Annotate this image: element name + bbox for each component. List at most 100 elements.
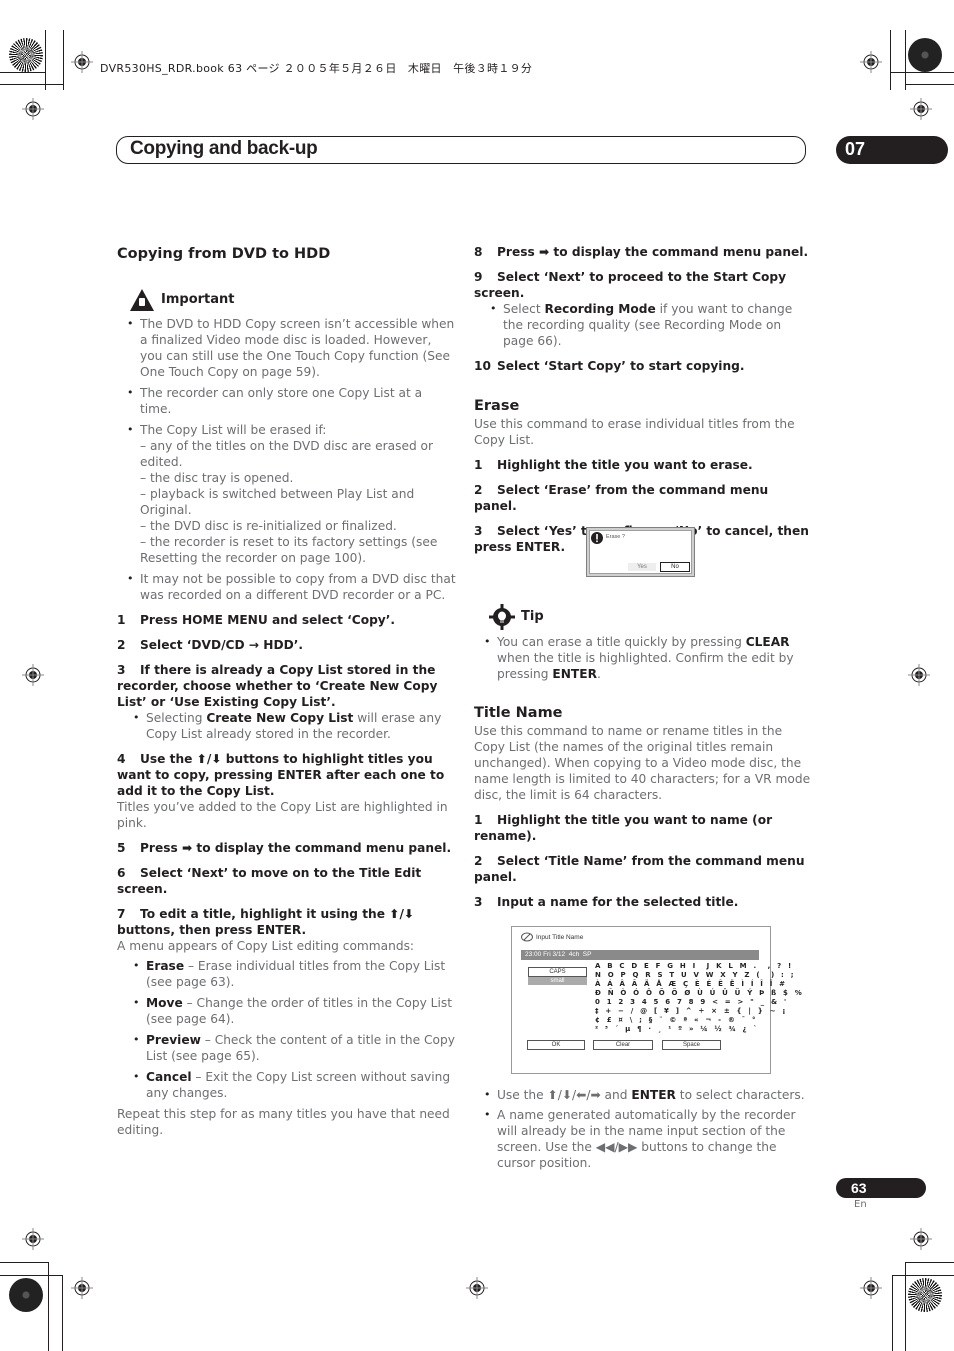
important-label: Important: [161, 292, 235, 307]
step-number: 8: [474, 245, 483, 259]
step: 3 If there is already a Copy List stored …: [117, 662, 457, 710]
registration-target-icon: [22, 98, 44, 120]
step: 5 Press ➡ to display the command menu pan…: [117, 840, 457, 856]
step-text: Select ‘Title Name’ from the command men…: [474, 854, 805, 884]
title-name-section-title: Title Name: [474, 705, 563, 721]
step: 2 Select ‘DVD/CD → HDD’.: [117, 637, 457, 653]
small-option[interactable]: small: [528, 977, 587, 985]
crop-line: [892, 1275, 954, 1276]
char-row[interactable]: ² ³ ´ µ ¶ · ¸ ¹ º » ¼ ½ ¾ ¿ `: [595, 1025, 759, 1034]
left-column: Copying from DVD to HDD Important The DV…: [117, 244, 457, 1138]
ok-button[interactable]: OK: [527, 1040, 585, 1050]
condition-item: – the disc tray is opened.: [140, 471, 294, 485]
tip-list: You can erase a title quickly by pressin…: [474, 634, 814, 682]
char-row[interactable]: A B C D E F G H I J K L M . , ? !: [595, 962, 793, 971]
title-name-section: Title Name Use this command to name or r…: [474, 703, 814, 910]
condition-item: – playback is switched between Play List…: [140, 487, 415, 517]
step: 4 Use the ⬆/⬇ buttons to highlight titles…: [117, 751, 457, 799]
list-item-text: The Copy List will be erased if:: [140, 423, 327, 437]
crop-line: [890, 72, 954, 73]
step-number: 3: [117, 663, 126, 677]
caps-option[interactable]: CAPS: [528, 967, 587, 977]
step: 3 Input a name for the selected title.: [474, 894, 814, 910]
right-column: 8 Press ➡ to display the command menu pan…: [474, 244, 814, 555]
step-number: 9: [474, 270, 483, 284]
step-text: Select ‘Erase’ from the command menu pan…: [474, 483, 769, 513]
step-number: 1: [117, 613, 126, 627]
step-number: 4: [117, 752, 126, 766]
important-heading: Important: [129, 288, 457, 312]
title-name-intro: Use this command to name or rename title…: [474, 724, 811, 802]
step-footer: Repeat this step for as many titles you …: [117, 1107, 450, 1137]
crop-line: [63, 30, 64, 90]
chapter-title: Copying and back-up: [130, 138, 318, 159]
char-row[interactable]: 0 1 2 3 4 5 6 7 8 9 < = > " _ & ': [595, 998, 788, 1007]
section-title: Copying from DVD to HDD: [117, 246, 331, 262]
step-number: 1: [474, 813, 483, 827]
crop-line: [0, 72, 45, 73]
no-button[interactable]: No: [660, 562, 690, 572]
crop-line: [0, 84, 63, 85]
registration-starburst-bottom-right: [908, 1278, 942, 1312]
crop-line: [905, 30, 906, 90]
list-item: The recorder can only store one Copy Lis…: [117, 385, 457, 417]
step: 8 Press ➡ to display the command menu pan…: [474, 244, 814, 260]
step-note: A menu appears of Copy List editing comm…: [117, 939, 415, 953]
step-number: 2: [117, 638, 126, 652]
yes-button[interactable]: Yes: [628, 563, 656, 571]
registration-target-icon: [910, 1228, 932, 1250]
step: 7 To edit a title, highlight it using the…: [117, 906, 457, 938]
char-row[interactable]: ‡ + − / @ [ ¥ ] ^ ÷ × ± { | } ~ ¡: [595, 1007, 788, 1016]
clear-button[interactable]: Clear: [593, 1040, 653, 1050]
registration-target-icon: [908, 664, 930, 686]
command-item-move: Move – Change the order of titles in the…: [123, 995, 457, 1027]
list-item: Selecting Create New Copy List will eras…: [123, 710, 457, 742]
step-note: Titles you’ve added to the Copy List are…: [117, 800, 448, 830]
command-item-preview: Preview – Check the content of a title i…: [123, 1032, 457, 1064]
lightbulb-icon: [489, 604, 515, 630]
print-slug-line: DVR530HS_RDR.book 63 ページ ２００５年５月２６日 木曜日 …: [100, 62, 533, 75]
tip-heading: Tip: [489, 604, 814, 630]
command-list: Erase – Erase individual titles from the…: [117, 958, 457, 1101]
step: 6 Select ‘Next’ to move on to the Title E…: [117, 865, 457, 897]
name-input-field[interactable]: 23:00 Fri 3/12 4ch SP: [521, 950, 759, 960]
step-text: To edit a title, highlight it using the …: [117, 907, 415, 937]
list-item: You can erase a title quickly by pressin…: [474, 634, 814, 682]
char-row[interactable]: ¢ £ ¤ \ ; § ¨ © ª « ¬ - ® ¯ °: [595, 1016, 758, 1025]
step-text: Press HOME MENU and select ‘Copy’.: [140, 613, 396, 627]
registration-target-icon: [860, 51, 882, 73]
step-number: 2: [474, 483, 483, 497]
step: 1 Highlight the title you want to name (o…: [474, 812, 814, 844]
step: 1 Highlight the title you want to erase.: [474, 457, 814, 473]
char-row[interactable]: Ð Ñ Ò Ó Ô Õ Ö Ø Ù Ú Û Ü Ý Þ ß $ %: [595, 989, 804, 998]
step-number: 2: [474, 854, 483, 868]
crop-line: [62, 1275, 63, 1351]
step-text: Select ‘DVD/CD → HDD’.: [140, 638, 303, 652]
list-item: The DVD to HDD Copy screen isn’t accessi…: [117, 316, 457, 380]
crop-line: [890, 30, 891, 90]
step-number: 3: [474, 524, 483, 538]
registration-starburst-top-left: [9, 38, 43, 72]
command-item-cancel: Cancel – Exit the Copy List screen witho…: [123, 1069, 457, 1101]
erase-confirm-dialog: Erase ? Yes No: [586, 527, 695, 577]
list-item: It may not be possible to copy from a DV…: [117, 571, 457, 603]
important-list: The DVD to HDD Copy screen isn’t accessi…: [117, 316, 457, 603]
registration-target-icon: [22, 664, 44, 686]
step-text: Select ‘Next’ to move on to the Title Ed…: [117, 866, 422, 896]
registration-target-icon: [860, 1277, 882, 1299]
list-item: A name generated automatically by the re…: [474, 1107, 814, 1171]
registration-target-icon: [22, 1228, 44, 1250]
registration-starburst-bottom-left: [9, 1278, 43, 1312]
list-item: The Copy List will be erased if: – any o…: [117, 422, 457, 566]
char-row[interactable]: N O P Q R S T U V W X Y Z ( ) : ;: [595, 971, 796, 980]
space-button[interactable]: Space: [662, 1040, 721, 1050]
erase-section-title: Erase: [474, 398, 520, 414]
step-text: Input a name for the selected title.: [497, 895, 739, 909]
registration-target-icon: [466, 1277, 488, 1299]
step-text: Use the ⬆/⬇ buttons to highlight titles …: [117, 752, 445, 798]
command-item-erase: Erase – Erase individual titles from the…: [123, 958, 457, 990]
step-text: Highlight the title you want to erase.: [497, 458, 753, 472]
screen-heading: Input Title Name: [536, 934, 584, 941]
char-row[interactable]: À Á Â Ã Ä Å Æ Ç È É Ê Ë Ì Í Î Ï #: [595, 980, 787, 989]
step-number: 1: [474, 458, 483, 472]
